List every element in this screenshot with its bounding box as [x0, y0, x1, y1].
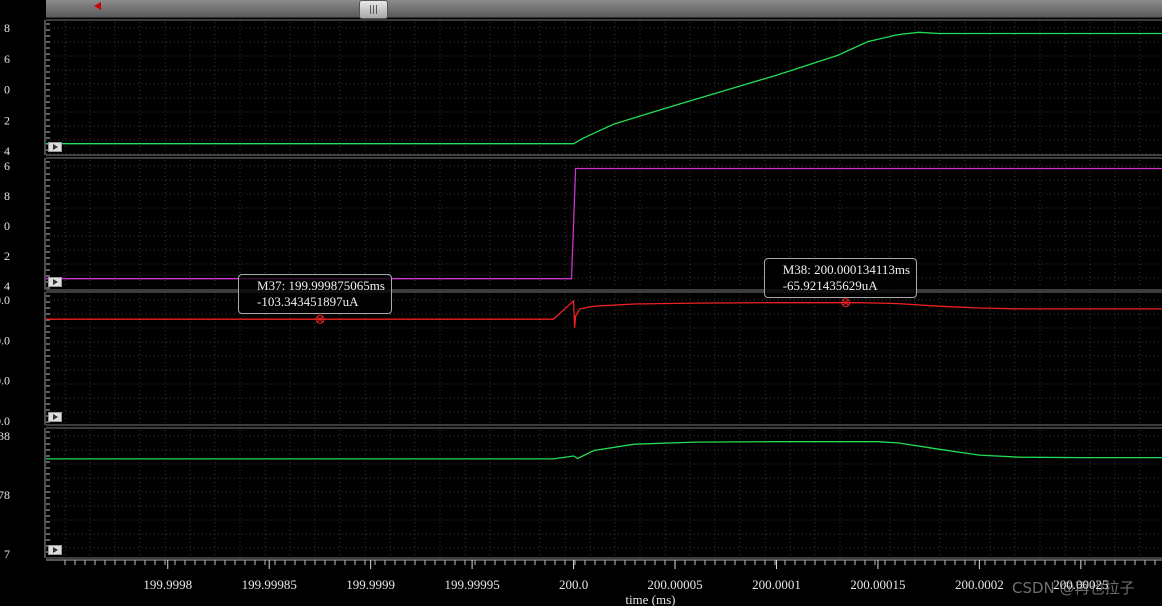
waveform-viewer: ||| 86024680240.020.000.030.038787199.99…	[0, 0, 1162, 606]
series-line	[46, 31, 1162, 145]
y-tick-label: 4	[4, 279, 10, 293]
panel-expand-button[interactable]	[48, 277, 62, 287]
x-tick-label: 200.00005	[647, 577, 702, 592]
y-tick-label: 38	[0, 429, 10, 443]
marker-time: M37: 199.999875065ms	[257, 278, 385, 294]
y-tick-label: 4	[4, 144, 10, 158]
y-tick-label: 30.0	[0, 414, 10, 428]
panel-expand-button[interactable]	[48, 412, 62, 422]
y-tick-label: 20.0	[0, 333, 10, 347]
y-tick-label: 8	[4, 189, 10, 203]
play-triangle-icon	[52, 279, 58, 285]
x-tick-label: 199.9999	[346, 577, 395, 592]
y-tick-label: 0.0	[0, 293, 10, 307]
x-tick-label: 200.00015	[850, 577, 905, 592]
series-line	[46, 167, 1162, 280]
marker-label-m38[interactable]: M38: 200.000134113ms -65.921435629uA	[763, 257, 918, 298]
y-tick-label: 00.0	[0, 374, 10, 388]
marker-value: -103.343451897uA	[257, 294, 359, 310]
play-triangle-icon	[52, 414, 58, 420]
x-tick-label: 200.0	[559, 577, 588, 592]
y-tick-label: 6	[4, 159, 10, 173]
y-tick-label: 7	[4, 547, 10, 561]
x-tick-label: 199.99985	[242, 577, 297, 592]
y-tick-label: 0	[4, 83, 10, 97]
panel-expand-button[interactable]	[48, 142, 62, 152]
x-tick-label: 199.9998	[143, 577, 192, 592]
play-triangle-icon	[52, 547, 58, 553]
panel-expand-button[interactable]	[48, 545, 62, 555]
play-triangle-icon	[52, 144, 58, 150]
watermark: CSDN @再也拉子	[1012, 579, 1135, 597]
x-tick-label: 199.99995	[444, 577, 499, 592]
y-tick-label: 8	[4, 21, 10, 35]
y-tick-label: 78	[0, 488, 10, 502]
x-tick-label: 200.0001	[752, 577, 801, 592]
y-tick-label: 2	[4, 249, 10, 263]
y-tick-label: 6	[4, 52, 10, 66]
marker-value: -65.921435629uA	[782, 277, 878, 293]
marker-time: M38: 200.000134113ms	[782, 261, 911, 277]
waveform-plot: 86024680240.020.000.030.038787199.999819…	[0, 19, 1162, 606]
marker-label-m37[interactable]: M37: 199.999875065ms -103.343451897uA	[238, 274, 392, 315]
x-axis-label: time (ms)	[625, 592, 675, 606]
y-tick-label: 2	[4, 113, 10, 127]
y-tick-label: 0	[4, 219, 10, 233]
x-tick-label: 200.0002	[955, 577, 1004, 592]
